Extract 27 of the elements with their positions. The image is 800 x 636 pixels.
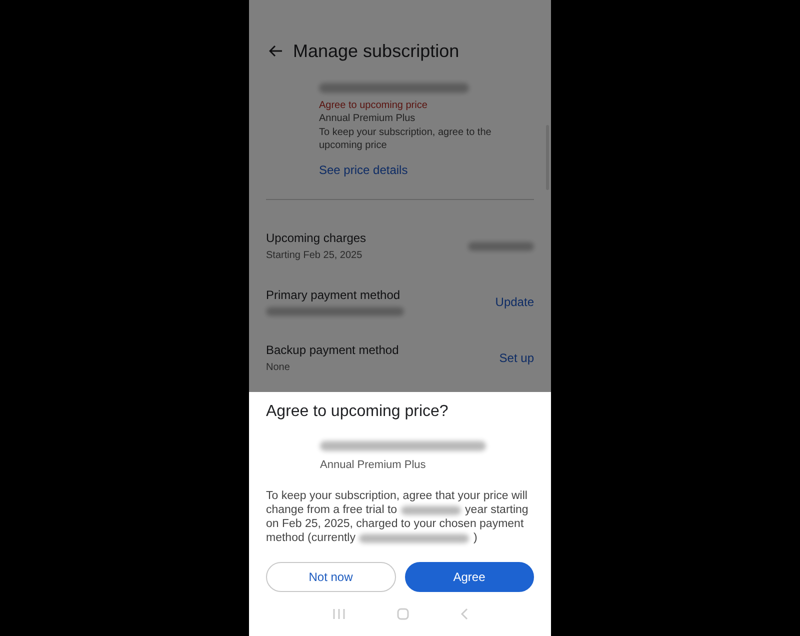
blurred-amount	[468, 242, 534, 250]
row-title: Backup payment method	[266, 343, 399, 357]
plan-name: Annual Premium Plus	[319, 112, 416, 125]
page-title: Manage subscription	[293, 40, 460, 62]
row-subtitle: None	[266, 362, 291, 373]
status-text: Agree to upcoming price	[319, 100, 428, 111]
plan-name: Annual Premium Plus	[320, 459, 427, 471]
not-now-button[interactable]: Not now	[266, 562, 396, 592]
recents-icon[interactable]	[332, 608, 346, 620]
subscription-note: To keep your subscription, agree to the upcoming price	[319, 126, 492, 152]
row-title: Primary payment method	[266, 288, 402, 302]
agree-button[interactable]: Agree	[404, 562, 534, 592]
message-text: year starting	[465, 503, 528, 517]
sheet-title: Agree to upcoming price?	[266, 403, 450, 421]
message-text: on Feb 25, 2025, charged to your chosen payment	[266, 517, 524, 531]
message-text: )	[473, 531, 478, 545]
back-icon[interactable]	[269, 45, 283, 57]
home-icon[interactable]	[396, 608, 409, 620]
blurred-detail	[401, 506, 462, 514]
row-title: Upcoming charges	[266, 231, 366, 245]
price-details-link[interactable]: See price details	[319, 163, 534, 177]
message-text: To keep your subscription, agree that your price will	[266, 489, 528, 503]
message-text: method (currently	[266, 531, 356, 545]
row-action-link[interactable]: Set up	[499, 351, 534, 365]
message-text: change from a free trial to	[266, 503, 398, 517]
row-subtitle: Starting Feb 25, 2025	[266, 250, 364, 261]
row-action-link[interactable]: Update	[495, 295, 534, 309]
